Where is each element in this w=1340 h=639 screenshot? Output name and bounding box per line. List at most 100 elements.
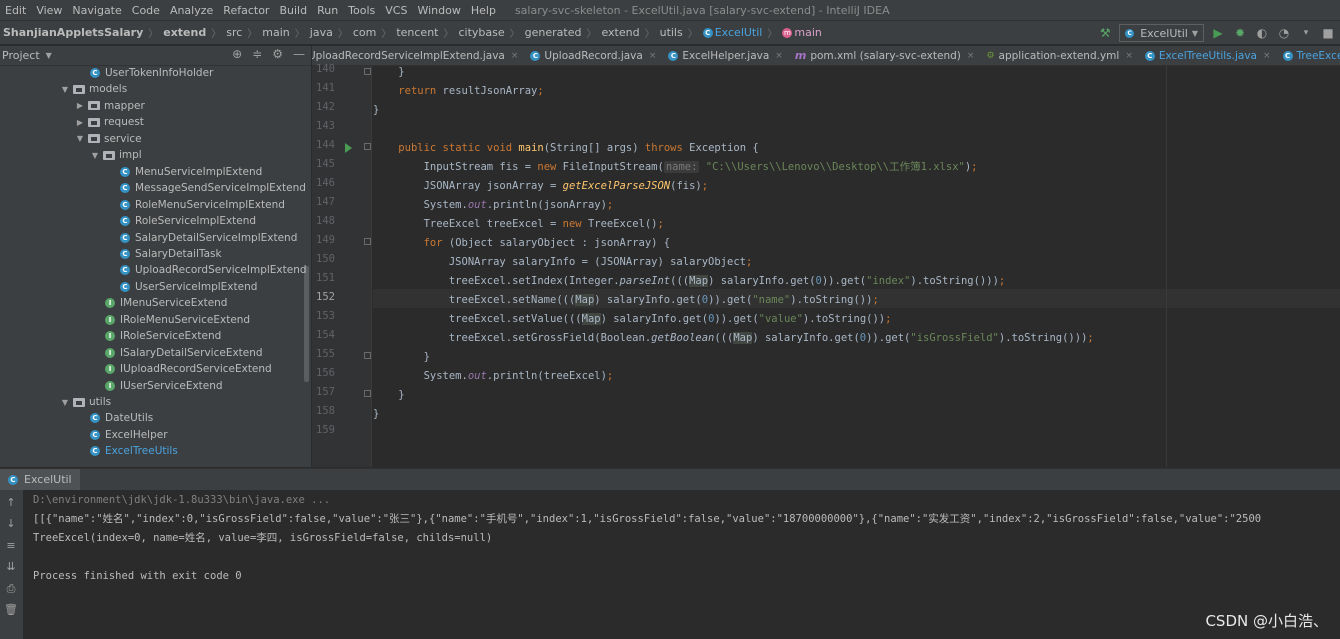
arrow-down-icon[interactable]: ↓ <box>4 517 18 531</box>
editor-tab[interactable]: CTreeExcel.java× <box>1277 46 1340 65</box>
tree-item[interactable]: C ExcelTreeUtils <box>90 443 178 459</box>
soft-wrap-icon[interactable]: ≡ <box>4 539 18 553</box>
fold-marker-icon[interactable] <box>364 68 371 75</box>
breadcrumb-item[interactable]: ShanjianAppletsSalary <box>0 26 146 39</box>
tree-item[interactable]: C DateUtils <box>90 410 153 426</box>
tree-item[interactable]: C SalaryDetailTask <box>120 246 222 262</box>
tree-item[interactable]: I ISalaryDetailServiceExtend <box>105 345 263 361</box>
editor-tab[interactable]: C ExcelTreeUtils.java × <box>1139 46 1277 65</box>
tree-item[interactable]: C UserServiceImplExtend <box>120 279 257 295</box>
folder-icon <box>88 101 100 111</box>
editor-tab[interactable]: C ExcelHelper.java × <box>662 46 788 65</box>
expand-arrow-icon[interactable]: ▼ <box>60 85 70 94</box>
close-icon[interactable]: × <box>967 51 975 61</box>
expand-arrow-icon[interactable]: ▼ <box>75 134 85 143</box>
run-tab[interactable]: C ExcelUtil <box>0 468 80 491</box>
tree-item[interactable]: I IUserServiceExtend <box>105 378 223 394</box>
build-hammer-icon[interactable]: ⚒ <box>1097 25 1113 41</box>
trash-icon[interactable]: 🗑 <box>4 603 18 617</box>
tree-item[interactable]: ▶ mapper <box>75 98 145 114</box>
breadcrumb-item[interactable]: com <box>350 26 380 39</box>
breadcrumb-item[interactable]: src <box>223 26 245 39</box>
menu-item-build[interactable]: Build <box>274 4 312 17</box>
collapse-all-icon[interactable]: ≑ <box>252 47 262 61</box>
tree-item[interactable]: I IMenuServiceExtend <box>105 295 227 311</box>
menu-item-code[interactable]: Code <box>127 4 165 17</box>
debug-icon[interactable]: ✹ <box>1232 25 1248 41</box>
tree-item[interactable]: I IRoleServiceExtend <box>105 328 221 344</box>
coverage-icon[interactable]: ◐ <box>1254 25 1270 41</box>
tree-item[interactable]: C RoleServiceImplExtend <box>120 213 256 229</box>
breadcrumb-class[interactable]: C ExcelUtil <box>700 26 766 39</box>
breadcrumb-item[interactable]: extend <box>598 26 642 39</box>
tree-item[interactable]: I IRoleMenuServiceExtend <box>105 312 250 328</box>
breadcrumb-item[interactable]: tencent <box>393 26 441 39</box>
fold-marker-icon[interactable] <box>364 390 371 397</box>
menu-item-analyze[interactable]: Analyze <box>165 4 218 17</box>
close-icon[interactable]: × <box>1263 51 1271 61</box>
menu-item-run[interactable]: Run <box>312 4 343 17</box>
tree-item[interactable]: ▼ impl <box>90 147 142 163</box>
hide-icon[interactable]: — <box>293 47 305 61</box>
tree-item[interactable]: C MenuServiceImplExtend <box>120 164 262 180</box>
breadcrumb-item[interactable]: utils <box>657 26 686 39</box>
editor-tab[interactable]: CUploadRecordServiceImplExtend.java× <box>312 46 524 65</box>
scroll-to-end-icon[interactable]: ⇊ <box>4 560 18 574</box>
tree-item[interactable]: C ExcelHelper <box>90 427 168 443</box>
menu-item-vcs[interactable]: VCS <box>380 4 412 17</box>
close-icon[interactable]: × <box>649 51 657 61</box>
tree-item[interactable]: I IUploadRecordServiceExtend <box>105 361 272 377</box>
close-icon[interactable]: × <box>1125 51 1133 61</box>
fold-marker-icon[interactable] <box>364 238 371 245</box>
gear-icon[interactable]: ⚙ <box>272 47 283 61</box>
tree-item[interactable]: C MessageSendServiceImplExtend <box>120 180 306 196</box>
tree-item[interactable]: ▶ request <box>75 114 144 130</box>
tree-item[interactable]: ▼ service <box>75 131 142 147</box>
tree-item[interactable]: C RoleMenuServiceImplExtend <box>120 197 285 213</box>
run-console[interactable]: D:\environment\jdk\jdk-1.8u333\bin\java.… <box>23 490 1340 639</box>
breadcrumb-item[interactable]: java <box>307 26 336 39</box>
arrow-up-icon[interactable]: ↑ <box>4 496 18 510</box>
breadcrumb-item[interactable]: citybase <box>455 26 507 39</box>
close-icon[interactable]: × <box>775 51 783 61</box>
fold-marker-icon[interactable] <box>364 143 371 150</box>
run-config-select[interactable]: C ExcelUtil ▼ <box>1119 24 1204 42</box>
tree-item[interactable]: C UploadRecordServiceImplExtend <box>120 262 307 278</box>
breadcrumb-method[interactable]: m main <box>779 26 824 39</box>
collapse-arrow-icon[interactable]: ▶ <box>75 101 85 110</box>
line-number: 149 <box>316 234 335 246</box>
stop-icon[interactable]: ■ <box>1320 25 1336 41</box>
code-editor[interactable]: } return resultJsonArray; } public stati… <box>373 66 1340 467</box>
expand-arrow-icon[interactable]: ▼ <box>60 398 70 407</box>
print-icon[interactable]: ⎙ <box>4 582 18 596</box>
tree-item[interactable]: C UserTokenInfoHolder <box>90 66 213 81</box>
menu-item-window[interactable]: Window <box>412 4 465 17</box>
tree-item[interactable]: ▼ models <box>60 81 127 97</box>
breadcrumb-item[interactable]: generated <box>522 26 585 39</box>
editor-tabs: CUploadRecordServiceImplExtend.java×CUpl… <box>312 46 1340 66</box>
menu-item-help[interactable]: Help <box>466 4 501 17</box>
project-panel-title[interactable]: Project <box>0 49 40 62</box>
collapse-arrow-icon[interactable]: ▶ <box>75 118 85 127</box>
menu-item-edit[interactable]: Edit <box>0 4 31 17</box>
editor-tab[interactable]: m pom.xml (salary-svc-extend) × <box>789 46 981 65</box>
profile-icon[interactable]: ◔ <box>1276 25 1292 41</box>
editor-tab[interactable]: C UploadRecord.java × <box>524 46 662 65</box>
menu-item-view[interactable]: View <box>31 4 67 17</box>
locate-icon[interactable]: ⊕ <box>232 47 242 61</box>
tree-item[interactable]: C SalaryDetailServiceImplExtend <box>120 230 297 246</box>
more-actions-icon[interactable]: ▾ <box>1298 25 1314 41</box>
breadcrumb-item[interactable]: main <box>259 26 292 39</box>
expand-arrow-icon[interactable]: ▼ <box>90 151 100 160</box>
chevron-down-icon[interactable]: ▼ <box>46 51 52 60</box>
close-icon[interactable]: × <box>511 51 519 61</box>
run-icon[interactable]: ▶ <box>1210 25 1226 41</box>
tree-item[interactable]: ▼ utils <box>60 394 111 410</box>
fold-marker-icon[interactable] <box>364 352 371 359</box>
editor-tab[interactable]: ⚙ application-extend.yml × <box>980 46 1138 65</box>
menu-item-tools[interactable]: Tools <box>343 4 380 17</box>
breadcrumb-item[interactable]: extend <box>160 26 209 39</box>
run-gutter-icon[interactable] <box>345 143 352 153</box>
menu-item-navigate[interactable]: Navigate <box>67 4 126 17</box>
menu-item-refactor[interactable]: Refactor <box>218 4 274 17</box>
